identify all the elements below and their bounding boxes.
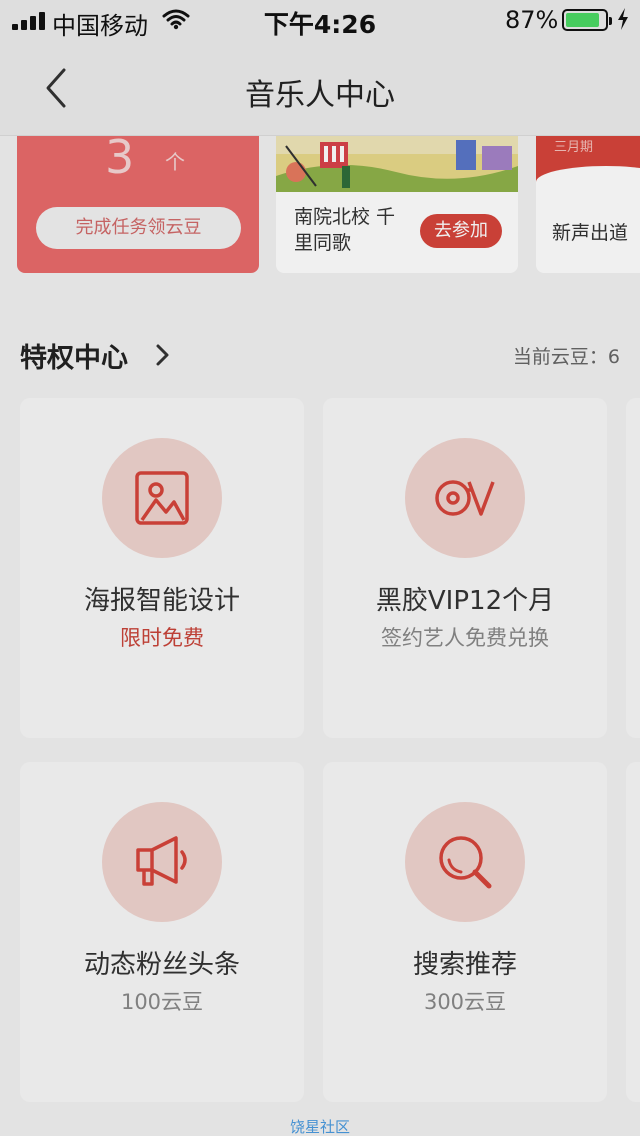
search-icon — [405, 802, 525, 922]
current-beans: 当前云豆：6 — [512, 346, 620, 368]
task-count: 3 — [105, 136, 135, 184]
charging-icon — [616, 7, 630, 37]
community-link[interactable]: 饶星社区 — [0, 1116, 640, 1136]
status-bar: 中国移动 下午4:26 87% — [0, 0, 640, 40]
privilege-title: 海报智能设计 — [83, 586, 240, 616]
vinyl-vip-icon — [405, 438, 525, 558]
complete-task-button[interactable]: 完成任务领云豆 — [36, 207, 241, 249]
task-count-unit: 个 — [165, 150, 185, 174]
navigation-bar: 音乐人中心 — [0, 40, 640, 136]
privilege-section-header[interactable]: 特权中心 当前云豆：6 — [20, 336, 620, 376]
event-period-tag: 三月期 — [554, 140, 594, 155]
battery-icon — [562, 9, 612, 31]
page-title: 音乐人中心 — [245, 78, 395, 113]
privilege-card-poster[interactable]: 海报智能设计 限时免费 — [20, 398, 304, 738]
image-icon — [102, 438, 222, 558]
privilege-card-search-recommend[interactable]: 搜索推荐 300云豆 — [323, 762, 607, 1102]
privilege-title: 黑胶VIP12个月 — [375, 586, 555, 616]
battery-percentage: 87% — [505, 6, 559, 34]
event-name: 新声出道 — [552, 222, 629, 244]
task-card: 3 个 完成任务领云豆 — [17, 136, 259, 273]
section-title: 特权中心 — [20, 343, 128, 374]
event-card[interactable]: 南院北校 千里同歌 去参加 — [276, 136, 518, 273]
scroll-content[interactable]: 3 个 完成任务领云豆 南院北校 千里同歌 去参加 三月期 新声出道 特权中心 — [0, 136, 640, 1136]
privilege-subtitle: 签约艺人免费兑换 — [381, 626, 549, 650]
chevron-right-icon — [156, 344, 169, 366]
join-button[interactable]: 去参加 — [420, 214, 502, 248]
privilege-subtitle: 限时免费 — [120, 626, 204, 650]
privilege-subtitle: 300云豆 — [423, 990, 507, 1014]
privilege-subtitle: 100云豆 — [120, 990, 204, 1014]
privilege-title: 动态粉丝头条 — [83, 950, 240, 980]
privilege-card-fan-headline[interactable]: 动态粉丝头条 100云豆 — [20, 762, 304, 1102]
megaphone-icon — [102, 802, 222, 922]
privilege-card-partial[interactable] — [626, 398, 640, 738]
privilege-card-vinyl-vip[interactable]: 黑胶VIP12个月 签约艺人免费兑换 — [323, 398, 607, 738]
event-card-partial[interactable]: 三月期 新声出道 — [536, 136, 640, 273]
event-banner-image — [276, 136, 518, 192]
privilege-title: 搜索推荐 — [412, 950, 517, 980]
privilege-card-partial[interactable] — [626, 762, 640, 1102]
event-name: 南院北校 千里同歌 — [294, 206, 396, 254]
